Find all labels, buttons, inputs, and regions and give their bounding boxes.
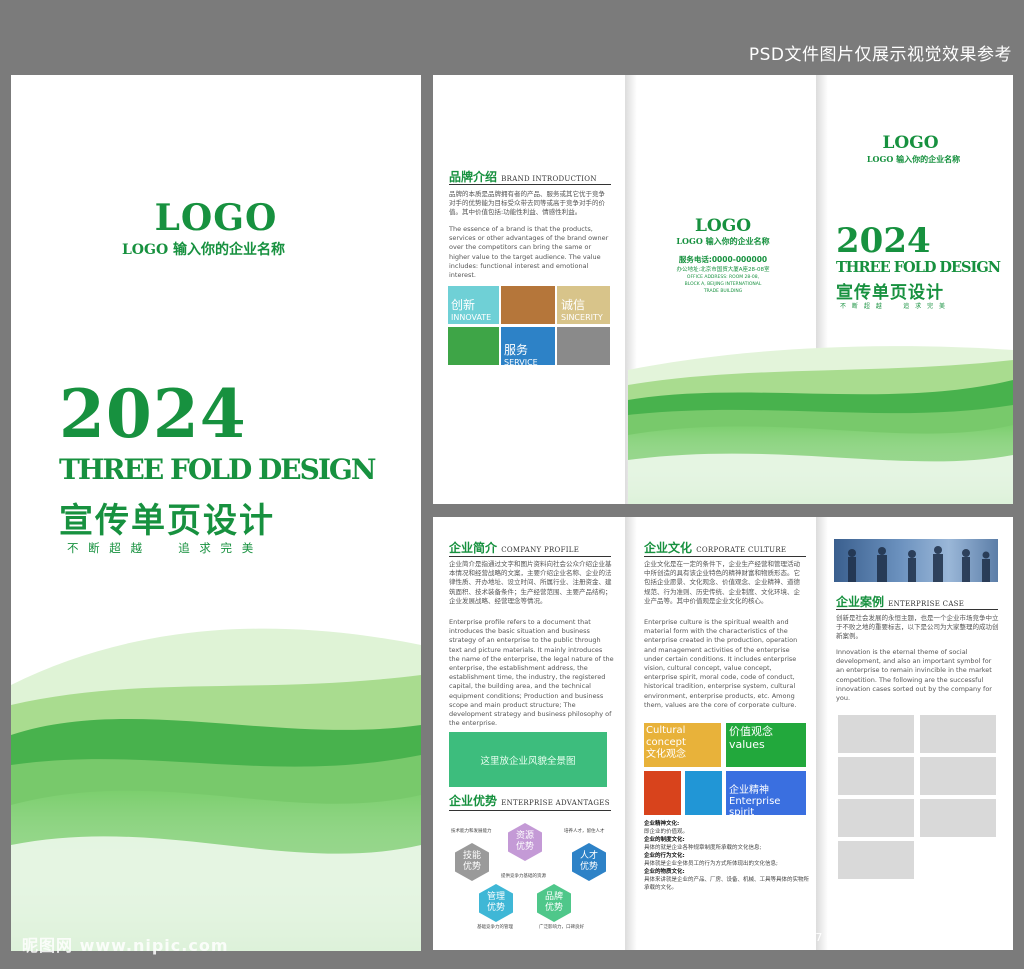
brand-text-cn: 品牌的本质是品牌拥有者的产品、服务或其它优于竞争对手的优势能为目标受众带去同等或… bbox=[449, 190, 605, 217]
case-title-en: ENTERPRISE CASE bbox=[888, 600, 965, 608]
front-year: 2024 bbox=[836, 221, 931, 261]
back-company: LOGO 输入你的企业名称 bbox=[676, 236, 770, 246]
outer-wave bbox=[628, 346, 1013, 504]
inner-fold-shadow-2 bbox=[816, 517, 828, 950]
back-address-cn: 办公地址:北京市国贸大厦A座28-08室 bbox=[676, 267, 770, 273]
watermark-logo: 昵图网 www.nipic.com bbox=[22, 936, 229, 955]
tile-green bbox=[448, 327, 499, 365]
profile-title-en: COMPANY PROFILE bbox=[501, 546, 580, 554]
culture-text-en: Enterprise culture is the spiritual weal… bbox=[644, 618, 798, 709]
advantages-title-en: ENTERPRISE ADVANTAGES bbox=[501, 799, 610, 807]
front-logo: LOGO bbox=[882, 133, 939, 153]
profile-title-cn: 企业简介 bbox=[449, 541, 498, 555]
front-title-cn: 宣传单页设计 bbox=[836, 283, 944, 303]
culture-title: 企业文化 CORPORATE CULTURE bbox=[644, 539, 786, 556]
brand-title-cn: 品牌介绍 bbox=[449, 170, 498, 184]
adv-note-2: 培养人才，留住人才 bbox=[564, 829, 605, 834]
case-image-6 bbox=[920, 799, 996, 837]
cover-year: 2024 bbox=[59, 375, 247, 453]
hex-brand: 品牌 优势 bbox=[537, 884, 571, 922]
advantages-title-cn: 企业优势 bbox=[449, 794, 498, 808]
case-image-5 bbox=[838, 799, 914, 837]
hex-talent: 人才 优势 bbox=[572, 843, 606, 881]
tile-cultural-concept: Cultural concept 文化观念 bbox=[644, 723, 721, 767]
culture-defs: 企业精神文化: 即企业的价值观。 企业的制度文化: 具体的就是企业各种规章制度所… bbox=[644, 820, 809, 892]
culture-tiles: Cultural concept 文化观念 价值观念 values 企业精神 Ente… bbox=[644, 723, 806, 818]
profile-divider bbox=[449, 556, 611, 557]
advantages-divider bbox=[449, 810, 611, 811]
adv-note-1: 技术能力和发展能力 bbox=[451, 829, 492, 834]
def-term-4: 企业的物质文化: bbox=[644, 869, 685, 875]
def-term-2: 企业的制度文化: bbox=[644, 837, 685, 843]
footer-id-text: ID:6237737 NO:20241023153146014126 bbox=[758, 931, 987, 944]
case-image-4 bbox=[920, 757, 996, 795]
brand-divider bbox=[449, 184, 611, 185]
brand-title: 品牌介绍 BRAND INTRODUCTION bbox=[449, 168, 597, 185]
brand-tiles: 创新 INNOVATE 诚信 SINCERITY 服务 SERVICE bbox=[448, 286, 610, 367]
people-silhouettes-icon bbox=[848, 546, 990, 582]
case-photo bbox=[834, 539, 998, 582]
cover-title-cn: 宣传单页设计 bbox=[59, 501, 275, 541]
cover-panel: LOGO LOGO 输入你的企业名称 2024 THREE FOLD DESIG… bbox=[11, 75, 421, 951]
culture-divider bbox=[644, 556, 806, 557]
profile-text-en: Enterprise profile refers to a document … bbox=[449, 618, 614, 728]
back-address-en: OFFICE ADDRESS: ROOM 28-08, BLOCK A, BEI… bbox=[684, 275, 762, 294]
inner-fold-shadow-1 bbox=[625, 517, 637, 950]
hex-skill: 技能 优势 bbox=[455, 843, 489, 881]
case-title-cn: 企业案例 bbox=[836, 595, 885, 609]
def-term-1: 企业精神文化: bbox=[644, 821, 680, 827]
case-title: 企业案例 ENTERPRISE CASE bbox=[836, 593, 964, 610]
adv-note-4: 基础竞争力的管理 bbox=[477, 925, 513, 930]
cover-title-en: THREE FOLD DESIGN bbox=[59, 453, 376, 486]
tile-red bbox=[644, 771, 681, 815]
def-desc-3: 具体就是企业全体员工的行为方式所体现出的文化信息; bbox=[644, 861, 778, 867]
def-term-3: 企业的行为文化: bbox=[644, 853, 685, 859]
back-phone: 服务电话:0000-000000 bbox=[678, 255, 768, 264]
def-desc-4: 具体来讲就是企业的产品、厂房、设备、机械、工具等具体的实物所承载的文化。 bbox=[644, 877, 810, 891]
profile-banner-text: 这里放企业风貌全景图 bbox=[480, 755, 576, 767]
brand-text-en: The essence of a brand is that the produ… bbox=[449, 225, 609, 280]
case-image-7 bbox=[838, 841, 914, 879]
header-note: PSD文件图片仅展示视觉效果参考 bbox=[748, 45, 1012, 65]
tile-innovate: 创新 INNOVATE bbox=[448, 286, 499, 324]
front-company: LOGO 输入你的企业名称 bbox=[866, 154, 961, 164]
hex-management: 管理 优势 bbox=[479, 884, 513, 922]
culture-title-cn: 企业文化 bbox=[644, 541, 693, 555]
tile-values: 价值观念 values bbox=[726, 723, 806, 767]
front-title-en: THREE FOLD DESIGN bbox=[836, 259, 1001, 276]
case-image-1 bbox=[838, 715, 914, 753]
brand-title-en: BRAND INTRODUCTION bbox=[501, 175, 597, 183]
front-slogan: 不 断 超 越 追 求 完 美 bbox=[840, 303, 947, 310]
tile-gray bbox=[557, 327, 610, 365]
hex-resource: 资源 优势 bbox=[508, 823, 542, 861]
case-image-2 bbox=[920, 715, 996, 753]
culture-title-en: CORPORATE CULTURE bbox=[696, 546, 787, 554]
def-desc-2: 具体的就是企业各种规章制度所承载的文化信息; bbox=[644, 845, 762, 851]
case-image-3 bbox=[838, 757, 914, 795]
profile-text-cn: 企业简介是指通过文字和图片资料向社会公众介绍企业基本情况和经营战略的文案，主要介… bbox=[449, 560, 612, 605]
tile-brown bbox=[501, 286, 555, 324]
cover-slogan: 不 断 超 越 追 求 完 美 bbox=[67, 541, 257, 555]
cover-logo: LOGO bbox=[154, 197, 278, 239]
tile-enterprise-spirit: 企业精神 Enterprise spirit bbox=[726, 771, 806, 818]
cover-wave bbox=[11, 628, 421, 951]
advantages-title: 企业优势 ENTERPRISE ADVANTAGES bbox=[449, 792, 610, 809]
back-logo: LOGO bbox=[694, 216, 752, 236]
adv-note-5: 广泛影响力，口碑良好 bbox=[539, 925, 584, 930]
inner-spread: 企业简介 COMPANY PROFILE 企业简介是指通过文字和图片资料向社会公… bbox=[433, 517, 1013, 950]
profile-banner: 这里放企业风貌全景图 bbox=[449, 732, 607, 787]
cover-company: LOGO 输入你的企业名称 bbox=[121, 242, 286, 258]
def-desc-1: 即企业的价值观。 bbox=[644, 829, 689, 835]
tile-blue bbox=[685, 771, 722, 815]
outer-spread: 品牌介绍 BRAND INTRODUCTION 品牌的本质是品牌拥有者的产品、服… bbox=[433, 75, 1013, 504]
case-text-cn: 创新是社会发展的永恒主题，也是一个企业市场竞争中立于不败之地的重要标志，以下是公… bbox=[836, 614, 999, 641]
profile-title: 企业简介 COMPANY PROFILE bbox=[449, 539, 579, 556]
tile-service: 服务 SERVICE bbox=[501, 327, 555, 367]
tile-sincerity: 诚信 SINCERITY bbox=[557, 286, 610, 324]
adv-note-3: 提供竞争力基础的资源 bbox=[501, 874, 546, 879]
case-divider bbox=[836, 609, 998, 610]
culture-text-cn: 企业文化是在一定的条件下，企业生产经营和管理活动中所创造的具有该企业特色的精神财… bbox=[644, 560, 800, 605]
case-text-en: Innovation is the eternal theme of socia… bbox=[836, 648, 992, 703]
